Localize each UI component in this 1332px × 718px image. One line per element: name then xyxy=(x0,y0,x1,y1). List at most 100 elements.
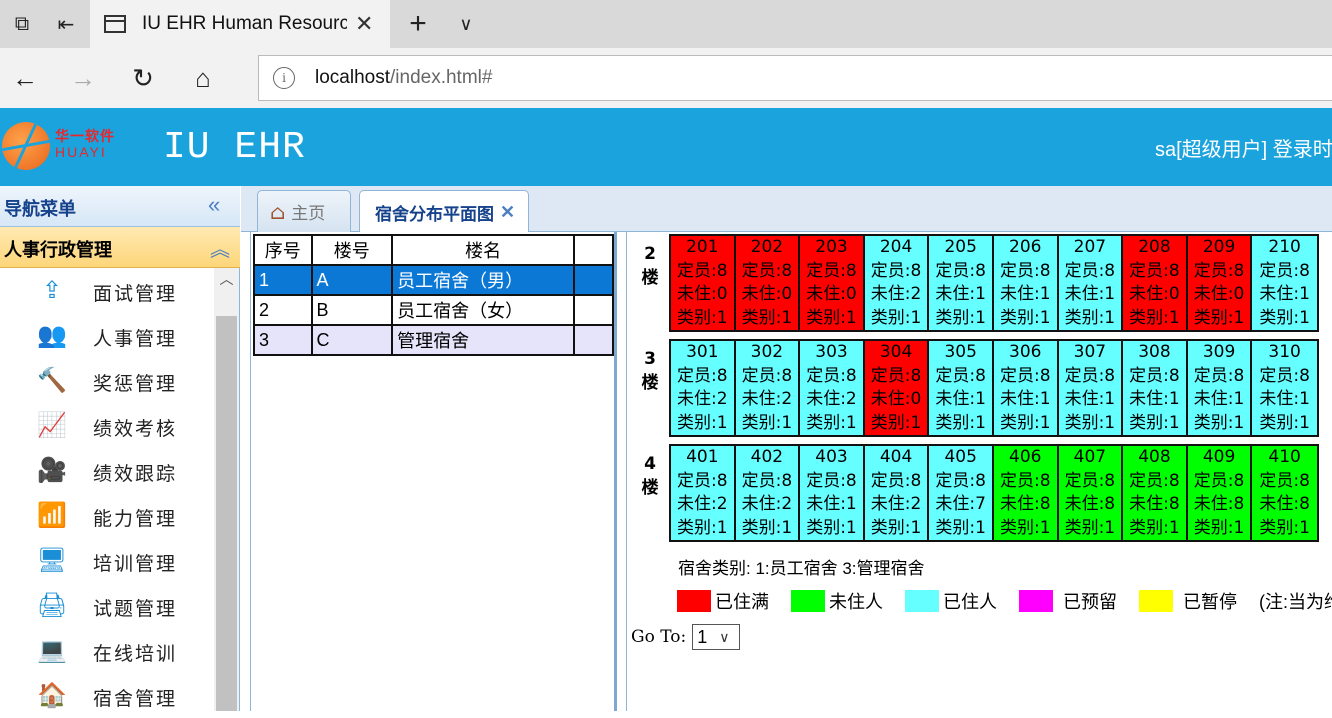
column-header[interactable] xyxy=(573,234,614,266)
room-no: 302 xyxy=(750,342,784,362)
sidebar-item-label: 在线培训 xyxy=(93,643,178,665)
tab-dorm-floor-plan[interactable]: 宿舍分布平面图 ✕ xyxy=(359,190,529,233)
scrollbar-thumb[interactable] xyxy=(216,316,237,711)
room-cell[interactable]: 207 定员:8 未住:1 类别:1 xyxy=(1058,236,1124,330)
sidebar-item[interactable]: 🖥 培训管理 xyxy=(0,538,213,583)
content-tab-bar: ⌂ 主页 宿舍分布平面图 ✕ xyxy=(241,186,1332,233)
room-cell[interactable]: 205 定员:8 未住:1 类别:1 xyxy=(929,236,994,330)
sidebar-item[interactable]: ⇪ 面试管理 xyxy=(0,268,213,313)
column-header[interactable]: 楼名 xyxy=(391,234,576,266)
room-cell[interactable]: 303 定员:8 未住:2 类别:1 xyxy=(800,341,865,435)
room-cell[interactable]: 309 定员:8 未住:1 类别:1 xyxy=(1187,341,1253,435)
scroll-up-icon[interactable]: ︿ xyxy=(214,268,239,290)
tab-home[interactable]: ⌂ 主页 xyxy=(257,190,351,232)
tab-actions-icon[interactable]: ⧉ xyxy=(0,0,44,48)
refresh-icon[interactable]: ↻ xyxy=(118,48,168,108)
back-arrow-icon[interactable]: ← xyxy=(0,48,50,108)
table-row[interactable]: 1 A 员工宿舍（男） xyxy=(253,264,614,296)
collapse-group-icon[interactable]: ︽ xyxy=(210,233,230,262)
sidebar-item[interactable]: 🖨 试题管理 xyxy=(0,583,213,628)
room-type: 类别:1 xyxy=(1064,517,1116,538)
room-cell[interactable]: 401 定员:8 未住:2 类别:1 xyxy=(671,446,736,540)
room-cell[interactable]: 404 定员:8 未住:2 类别:1 xyxy=(864,446,930,540)
room-cell[interactable]: 304 定员:8 未住:0 类别:1 xyxy=(864,341,930,435)
room-cell[interactable]: 406 定员:8 未住:8 类别:1 xyxy=(993,446,1059,540)
goto-page-select[interactable]: 1 ∨ xyxy=(692,624,741,650)
column-header[interactable]: 序号 xyxy=(253,234,313,266)
room-no: 202 xyxy=(750,237,784,257)
room-cell[interactable]: 306 定员:8 未住:1 类别:1 xyxy=(993,341,1059,435)
room-cell[interactable]: 308 定员:8 未住:1 类别:1 xyxy=(1123,341,1188,435)
room-cell[interactable]: 408 定员:8 未住:8 类别:1 xyxy=(1123,446,1188,540)
room-cell[interactable]: 201 定员:8 未住:0 类别:1 xyxy=(671,236,736,330)
sidebar-item[interactable]: 🏠 宿舍管理 xyxy=(0,673,213,718)
room-cap: 定员:8 xyxy=(999,365,1051,386)
browser-tab[interactable]: IU EHR Human Resource ✕ xyxy=(90,0,390,48)
room-no: 406 xyxy=(1009,447,1042,467)
sidebar-group-hr-admin[interactable]: 人事行政管理 ︽ xyxy=(0,227,240,268)
room-cell[interactable]: 209 定员:8 未住:0 类别:1 xyxy=(1187,236,1253,330)
room-cap: 定员:8 xyxy=(1064,470,1116,491)
room-cell[interactable]: 204 定员:8 未住:2 类别:1 xyxy=(864,236,930,330)
sidebar-item[interactable]: 🎥 绩效跟踪 xyxy=(0,448,213,493)
room-cell[interactable]: 310 定员:8 未住:1 类别:1 xyxy=(1252,341,1317,435)
collapse-sidebar-icon[interactable]: « xyxy=(208,192,220,218)
room-free: 未住:1 xyxy=(999,389,1051,409)
table-row[interactable]: 2 B 员工宿舍（女） xyxy=(253,294,614,326)
sidebar-item[interactable]: 📶 能力管理 xyxy=(0,493,213,538)
room-cap: 定员:8 xyxy=(806,470,857,491)
room-no: 208 xyxy=(1138,237,1171,257)
room-cap: 定员:8 xyxy=(1193,470,1245,491)
room-type: 类别:1 xyxy=(677,307,728,328)
room-cell[interactable]: 208 定员:8 未住:0 类别:1 xyxy=(1123,236,1188,330)
room-type: 类别:1 xyxy=(935,412,986,433)
table-cell-no: 1 xyxy=(253,264,313,296)
sidebar-item[interactable]: 👥 人事管理 xyxy=(0,313,213,358)
room-cell[interactable]: 405 定员:8 未住:7 类别:1 xyxy=(929,446,994,540)
room-cell[interactable]: 409 定员:8 未住:8 类别:1 xyxy=(1187,446,1253,540)
table-cell-code: A xyxy=(310,264,394,296)
room-cell[interactable]: 206 定员:8 未住:1 类别:1 xyxy=(993,236,1059,330)
room-cell[interactable]: 202 定员:8 未住:0 类别:1 xyxy=(735,236,801,330)
room-cell[interactable]: 305 定员:8 未住:1 类别:1 xyxy=(929,341,994,435)
room-cap: 定员:8 xyxy=(1259,470,1310,491)
room-cell[interactable]: 407 定员:8 未住:8 类别:1 xyxy=(1058,446,1124,540)
app-title: IU EHR xyxy=(163,126,306,169)
room-cell[interactable]: 301 定员:8 未住:2 类别:1 xyxy=(671,341,736,435)
room-no: 210 xyxy=(1268,237,1301,257)
set-tabs-aside-icon[interactable]: ⇤ xyxy=(44,0,88,48)
home-icon[interactable]: ⌂ xyxy=(178,48,228,108)
new-tab-button[interactable]: + xyxy=(398,0,438,48)
room-cell[interactable]: 302 定员:8 未住:2 类别:1 xyxy=(735,341,801,435)
room-cell[interactable]: 410 定员:8 未住:8 类别:1 xyxy=(1252,446,1317,540)
page-icon xyxy=(104,15,126,33)
sidebar-scrollbar[interactable]: ︿ xyxy=(214,268,239,711)
table-cell-name: 管理宿舍 xyxy=(391,324,576,356)
room-cell[interactable]: 402 定员:8 未住:2 类别:1 xyxy=(735,446,801,540)
table-row[interactable]: 3 C 管理宿舍 xyxy=(253,324,614,356)
sidebar-item[interactable]: 🔨 奖惩管理 xyxy=(0,358,213,403)
room-cell[interactable]: 307 定员:8 未住:1 类别:1 xyxy=(1058,341,1124,435)
tab-dorm-label: 宿舍分布平面图 xyxy=(375,204,494,225)
sidebar-item[interactable]: 📈 绩效考核 xyxy=(0,403,213,448)
sidebar-item[interactable]: 💻 在线培训 xyxy=(0,628,213,673)
room-cap: 定员:8 xyxy=(741,365,793,386)
room-no: 401 xyxy=(686,447,719,467)
logo-text-en: HUAYI xyxy=(55,144,107,160)
room-cap: 定员:8 xyxy=(1129,260,1180,281)
room-free: 未住:1 xyxy=(1129,389,1180,409)
room-no: 407 xyxy=(1073,447,1107,467)
room-cell[interactable]: 403 定员:8 未住:1 类别:1 xyxy=(800,446,865,540)
info-icon[interactable]: i xyxy=(273,67,295,89)
forward-arrow-icon[interactable]: → xyxy=(58,48,108,108)
room-free: 未住:1 xyxy=(1259,284,1310,304)
tab-list-chevron-icon[interactable]: ∨ xyxy=(446,0,486,48)
legend-swatch xyxy=(1139,590,1173,612)
close-tab-icon[interactable]: ✕ xyxy=(355,11,373,37)
column-header[interactable]: 楼号 xyxy=(310,234,394,266)
room-cell[interactable]: 203 定员:8 未住:0 类别:1 xyxy=(800,236,865,330)
address-bar[interactable]: i localhost/index.html# xyxy=(258,55,1332,101)
room-type: 类别:1 xyxy=(1193,307,1245,328)
close-tab-icon[interactable]: ✕ xyxy=(500,202,515,223)
room-cell[interactable]: 210 定员:8 未住:1 类别:1 xyxy=(1252,236,1317,330)
